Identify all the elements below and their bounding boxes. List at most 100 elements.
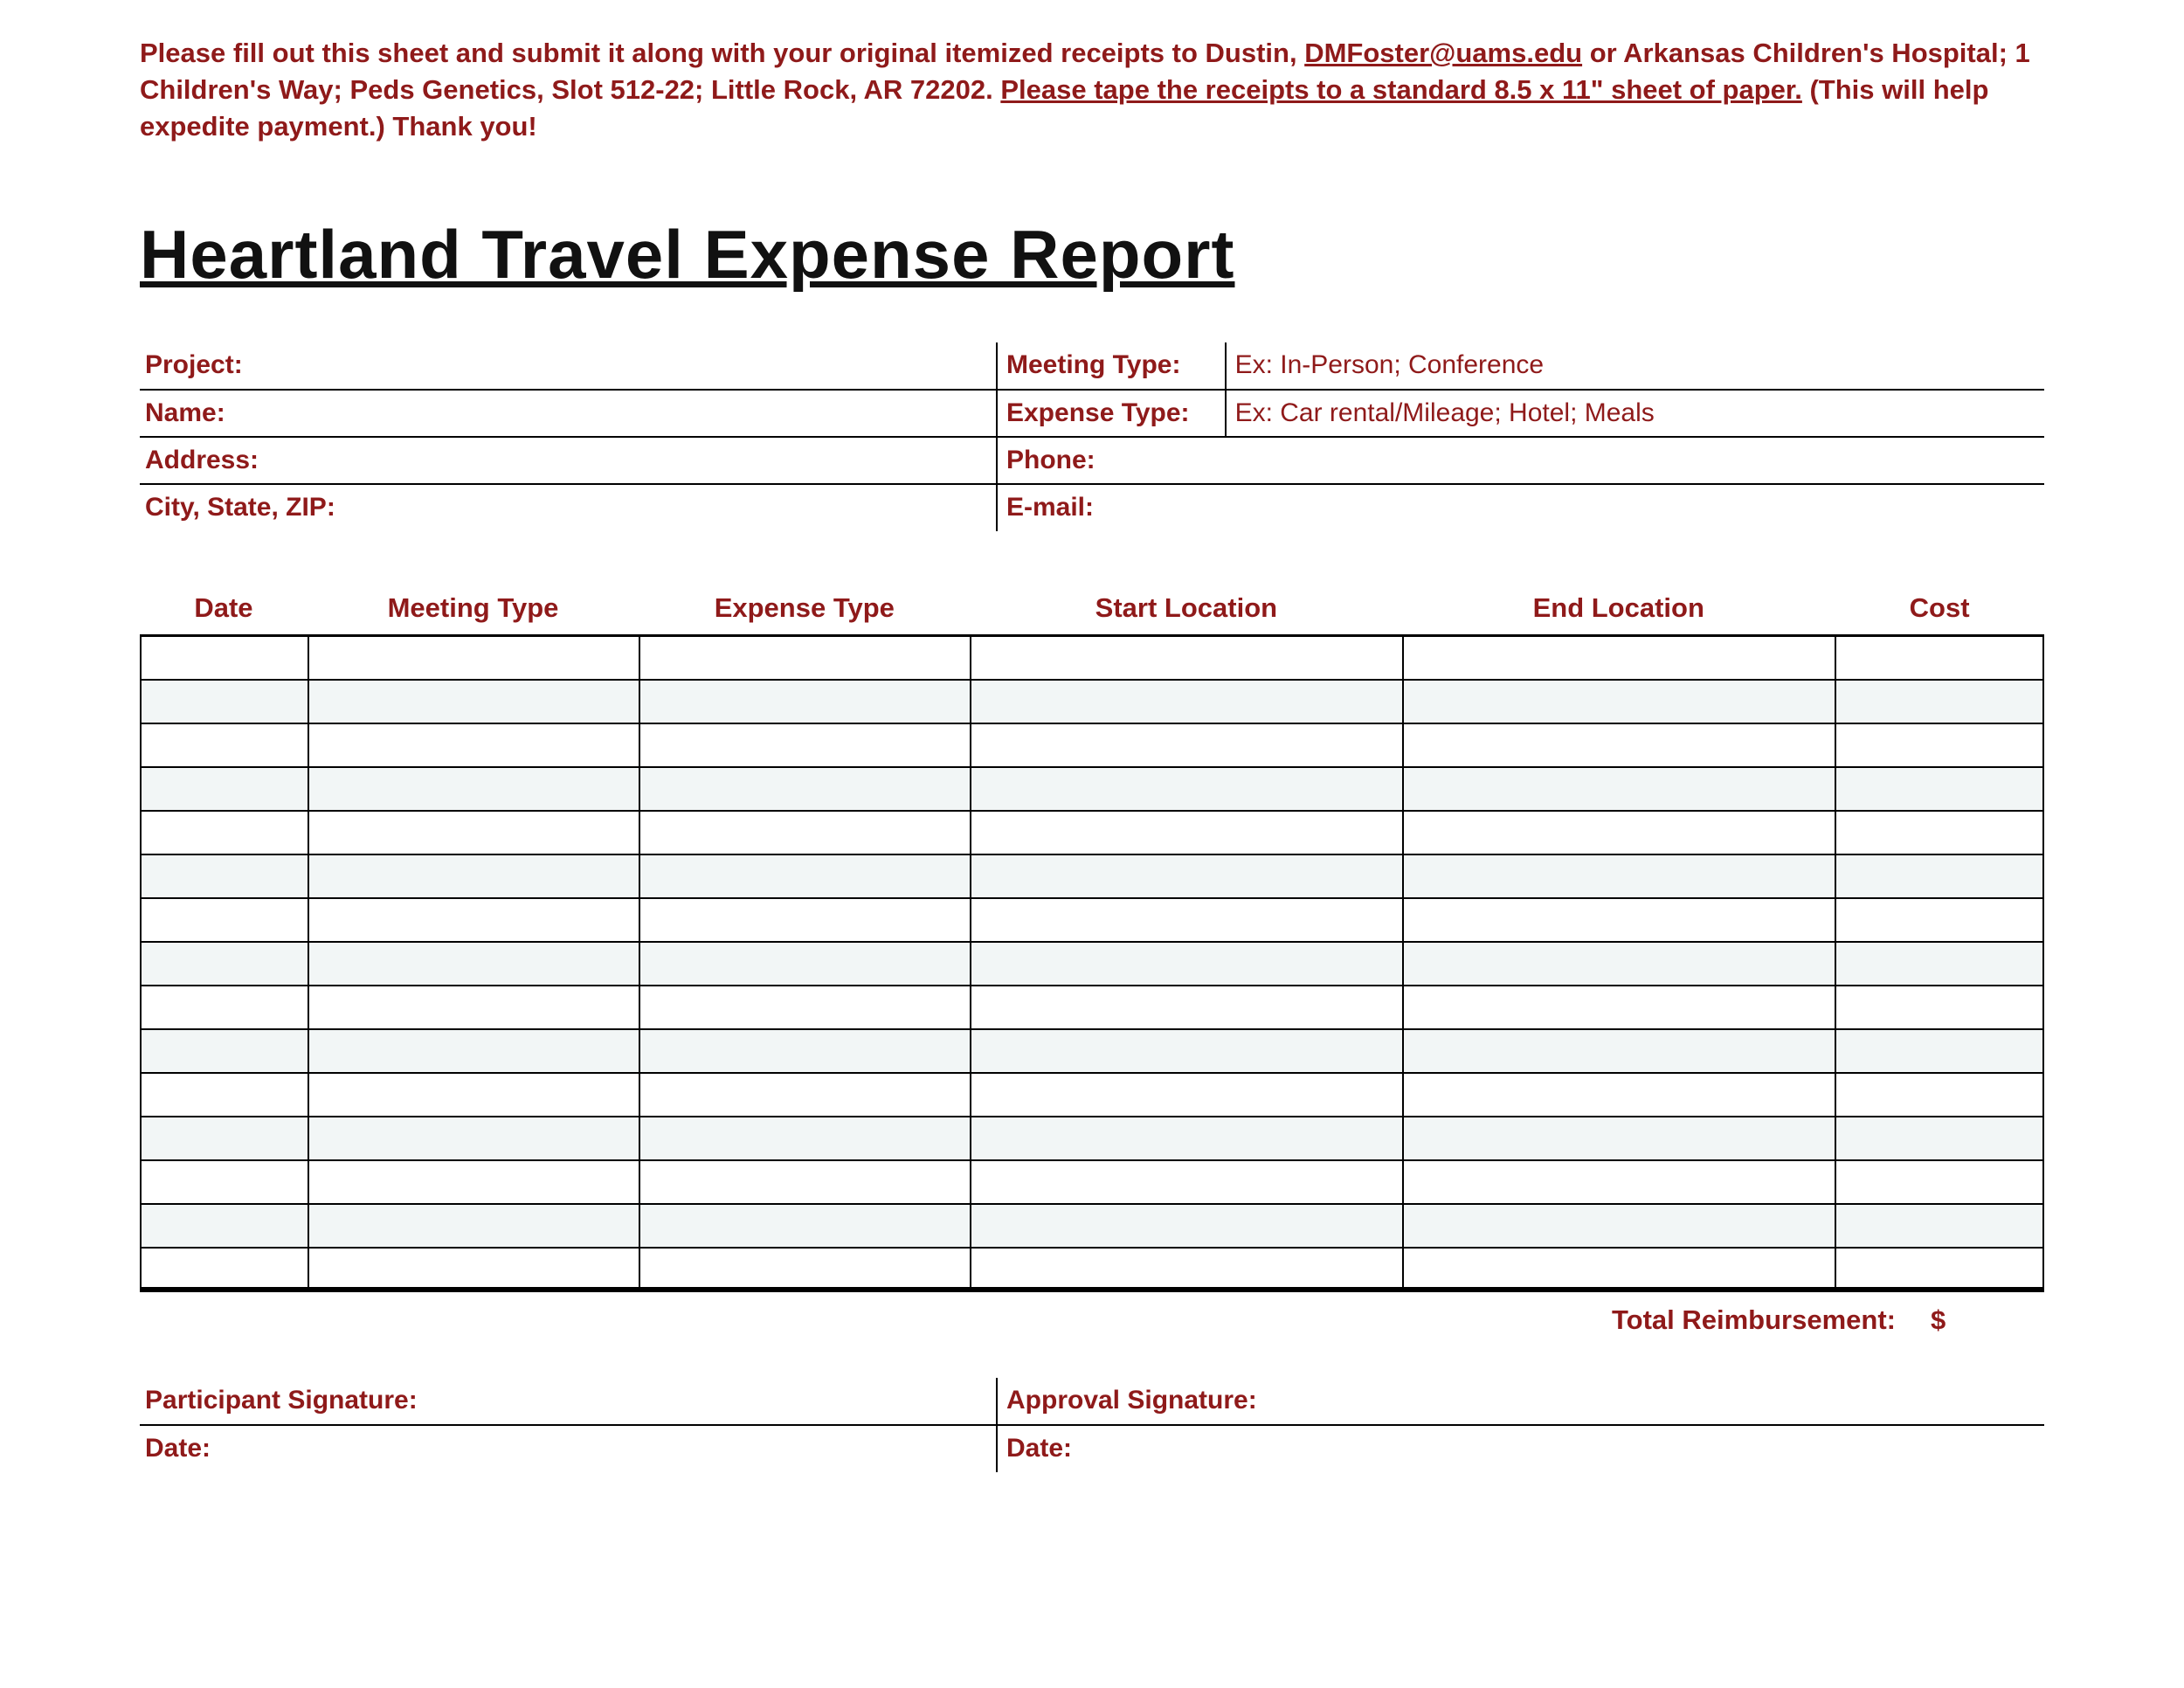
table-row[interactable] bbox=[140, 768, 2044, 812]
table-cell[interactable] bbox=[970, 637, 1402, 681]
table-cell[interactable] bbox=[970, 1161, 1402, 1205]
table-cell[interactable] bbox=[308, 724, 639, 768]
table-cell[interactable] bbox=[308, 681, 639, 724]
table-cell[interactable] bbox=[308, 943, 639, 986]
table-cell[interactable] bbox=[639, 1030, 970, 1074]
table-row[interactable] bbox=[140, 986, 2044, 1030]
table-cell[interactable] bbox=[308, 768, 639, 812]
table-cell[interactable] bbox=[1835, 943, 2044, 986]
table-cell[interactable] bbox=[639, 724, 970, 768]
table-cell[interactable] bbox=[1835, 681, 2044, 724]
table-row[interactable] bbox=[140, 812, 2044, 855]
table-cell[interactable] bbox=[1402, 724, 1835, 768]
info-meeting-type-value[interactable]: Ex: In-Person; Conference bbox=[1226, 342, 2044, 390]
table-cell[interactable] bbox=[1835, 855, 2044, 899]
table-cell[interactable] bbox=[308, 637, 639, 681]
table-cell[interactable] bbox=[639, 1161, 970, 1205]
table-cell[interactable] bbox=[308, 855, 639, 899]
table-cell[interactable] bbox=[308, 986, 639, 1030]
table-cell[interactable] bbox=[970, 855, 1402, 899]
table-cell[interactable] bbox=[639, 855, 970, 899]
table-cell[interactable] bbox=[1835, 768, 2044, 812]
table-cell[interactable] bbox=[639, 768, 970, 812]
approval-date-label[interactable]: Date: bbox=[997, 1425, 2044, 1472]
table-cell[interactable] bbox=[1835, 637, 2044, 681]
table-cell[interactable] bbox=[140, 1117, 308, 1161]
table-cell[interactable] bbox=[1402, 1161, 1835, 1205]
table-cell[interactable] bbox=[1402, 812, 1835, 855]
table-cell[interactable] bbox=[308, 1161, 639, 1205]
table-cell[interactable] bbox=[1402, 943, 1835, 986]
table-cell[interactable] bbox=[308, 1074, 639, 1117]
table-cell[interactable] bbox=[140, 1074, 308, 1117]
table-cell[interactable] bbox=[1835, 1161, 2044, 1205]
table-cell[interactable] bbox=[308, 1117, 639, 1161]
info-project-value[interactable] bbox=[349, 342, 997, 390]
table-cell[interactable] bbox=[1402, 899, 1835, 943]
info-csz-value[interactable] bbox=[349, 484, 997, 531]
table-cell[interactable] bbox=[1402, 986, 1835, 1030]
table-cell[interactable] bbox=[1402, 1030, 1835, 1074]
table-row[interactable] bbox=[140, 724, 2044, 768]
table-row[interactable] bbox=[140, 637, 2044, 681]
table-cell[interactable] bbox=[140, 1205, 308, 1249]
table-cell[interactable] bbox=[140, 637, 308, 681]
table-cell[interactable] bbox=[639, 637, 970, 681]
table-cell[interactable] bbox=[639, 681, 970, 724]
table-row[interactable] bbox=[140, 1205, 2044, 1249]
table-cell[interactable] bbox=[1402, 768, 1835, 812]
table-cell[interactable] bbox=[140, 1161, 308, 1205]
table-cell[interactable] bbox=[1835, 1249, 2044, 1292]
table-cell[interactable] bbox=[1402, 681, 1835, 724]
table-cell[interactable] bbox=[308, 899, 639, 943]
table-cell[interactable] bbox=[1402, 1249, 1835, 1292]
table-cell[interactable] bbox=[639, 899, 970, 943]
table-cell[interactable] bbox=[140, 1249, 308, 1292]
table-cell[interactable] bbox=[1835, 1030, 2044, 1074]
info-address-value[interactable] bbox=[349, 437, 997, 484]
table-cell[interactable] bbox=[639, 943, 970, 986]
table-cell[interactable] bbox=[1835, 1117, 2044, 1161]
table-row[interactable] bbox=[140, 1249, 2044, 1292]
table-row[interactable] bbox=[140, 943, 2044, 986]
table-cell[interactable] bbox=[140, 724, 308, 768]
table-row[interactable] bbox=[140, 899, 2044, 943]
table-cell[interactable] bbox=[1402, 1117, 1835, 1161]
table-cell[interactable] bbox=[1402, 1205, 1835, 1249]
participant-signature-label[interactable]: Participant Signature: bbox=[140, 1378, 997, 1425]
table-cell[interactable] bbox=[639, 812, 970, 855]
table-cell[interactable] bbox=[970, 943, 1402, 986]
table-cell[interactable] bbox=[1402, 855, 1835, 899]
table-cell[interactable] bbox=[140, 768, 308, 812]
table-cell[interactable] bbox=[308, 1249, 639, 1292]
table-cell[interactable] bbox=[970, 1249, 1402, 1292]
table-cell[interactable] bbox=[970, 1117, 1402, 1161]
table-cell[interactable] bbox=[308, 812, 639, 855]
table-cell[interactable] bbox=[1402, 637, 1835, 681]
table-cell[interactable] bbox=[140, 681, 308, 724]
table-row[interactable] bbox=[140, 1074, 2044, 1117]
table-cell[interactable] bbox=[970, 812, 1402, 855]
table-cell[interactable] bbox=[639, 1074, 970, 1117]
table-cell[interactable] bbox=[140, 855, 308, 899]
table-cell[interactable] bbox=[140, 899, 308, 943]
table-row[interactable] bbox=[140, 1161, 2044, 1205]
table-cell[interactable] bbox=[639, 1205, 970, 1249]
table-cell[interactable] bbox=[970, 768, 1402, 812]
table-cell[interactable] bbox=[970, 1030, 1402, 1074]
table-cell[interactable] bbox=[1835, 899, 2044, 943]
info-expense-type-value[interactable]: Ex: Car rental/Mileage; Hotel; Meals bbox=[1226, 390, 2044, 437]
table-cell[interactable] bbox=[1835, 812, 2044, 855]
info-email-value[interactable] bbox=[1226, 484, 2044, 531]
table-cell[interactable] bbox=[970, 1205, 1402, 1249]
table-cell[interactable] bbox=[639, 986, 970, 1030]
table-row[interactable] bbox=[140, 681, 2044, 724]
participant-date-label[interactable]: Date: bbox=[140, 1425, 997, 1472]
table-cell[interactable] bbox=[970, 724, 1402, 768]
table-cell[interactable] bbox=[639, 1117, 970, 1161]
table-cell[interactable] bbox=[970, 1074, 1402, 1117]
info-phone-value[interactable] bbox=[1226, 437, 2044, 484]
table-cell[interactable] bbox=[140, 1030, 308, 1074]
info-name-value[interactable] bbox=[349, 390, 997, 437]
table-cell[interactable] bbox=[639, 1249, 970, 1292]
